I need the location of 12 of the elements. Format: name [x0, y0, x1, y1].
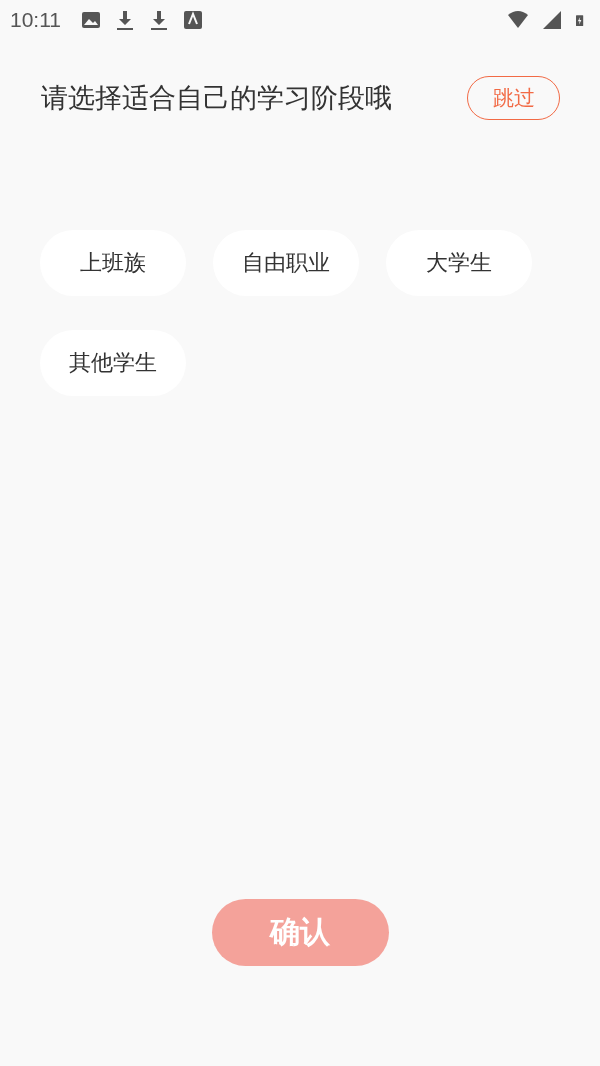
option-chip[interactable]: 其他学生: [40, 330, 186, 396]
page-title: 请选择适合自己的学习阶段哦: [41, 81, 392, 115]
image-icon: [81, 10, 101, 30]
status-time: 10:11: [10, 8, 61, 32]
option-chip[interactable]: 大学生: [386, 230, 532, 296]
option-chip[interactable]: 上班族: [40, 230, 186, 296]
download-icon: [149, 10, 169, 30]
keyboard-icon: [183, 10, 203, 30]
option-chip[interactable]: 自由职业: [213, 230, 359, 296]
signal-icon: [542, 10, 562, 30]
wifi-icon: [508, 10, 528, 30]
download-icon: [115, 10, 135, 30]
